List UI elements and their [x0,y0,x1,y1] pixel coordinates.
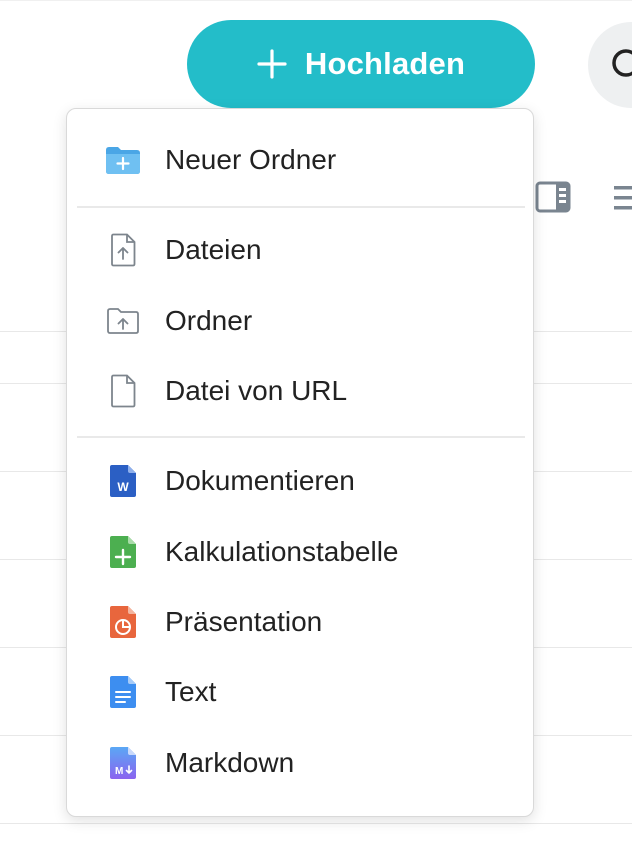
folder-upload-icon [105,303,141,339]
menu-item-file-from-url[interactable]: Datei von URL [67,358,533,424]
menu-divider [77,206,525,208]
menu-item-label: Ordner [165,305,253,336]
plus-icon [257,49,287,79]
word-document-icon: W [105,463,141,499]
menu-item-new-spreadsheet[interactable]: Kalkulationstabelle [67,519,533,585]
menu-item-label: Präsentation [165,606,323,637]
menu-item-upload-files[interactable]: Dateien [67,217,533,283]
file-url-icon [105,373,141,409]
menu-item-label: Dokumentieren [165,465,355,496]
search-icon [612,49,632,77]
menu-item-new-presentation[interactable]: Präsentation [67,589,533,655]
upload-button-label: Hochladen [304,46,466,81]
upload-button[interactable]: Hochladen [187,20,535,108]
menu-item-new-document[interactable]: W Dokumentieren [67,448,533,514]
new-folder-icon [105,142,141,178]
menu-item-label: Kalkulationstabelle [165,536,399,567]
list-row-divider [0,0,632,1]
list-row-divider [0,823,632,824]
details-panel-icon[interactable] [535,181,571,218]
menu-item-label: Markdown [165,747,295,778]
search-button[interactable] [588,22,632,108]
menu-item-new-text[interactable]: Text [67,659,533,725]
file-upload-icon [105,232,141,268]
menu-divider [77,436,525,438]
menu-item-new-folder[interactable]: Neuer Ordner [67,127,533,193]
presentation-icon [105,604,141,640]
file-manager-page: Hochladen Neuer Ordner Dateien Ordner Da… [0,0,632,848]
menu-item-label: Datei von URL [165,375,348,406]
upload-dropdown-menu: Neuer Ordner Dateien Ordner Datei von UR… [66,108,534,817]
spreadsheet-icon [105,534,141,570]
svg-text:W: W [117,480,129,494]
menu-item-upload-folder[interactable]: Ordner [67,288,533,354]
markdown-file-icon: M [105,745,141,781]
menu-item-new-markdown[interactable]: M Markdown [67,730,533,796]
menu-item-label: Text [165,676,217,707]
menu-item-label: Dateien [165,234,262,265]
menu-item-label: Neuer Ordner [165,144,337,175]
svg-text:M: M [115,766,123,777]
text-file-icon [105,674,141,710]
list-view-icon[interactable] [612,183,632,218]
